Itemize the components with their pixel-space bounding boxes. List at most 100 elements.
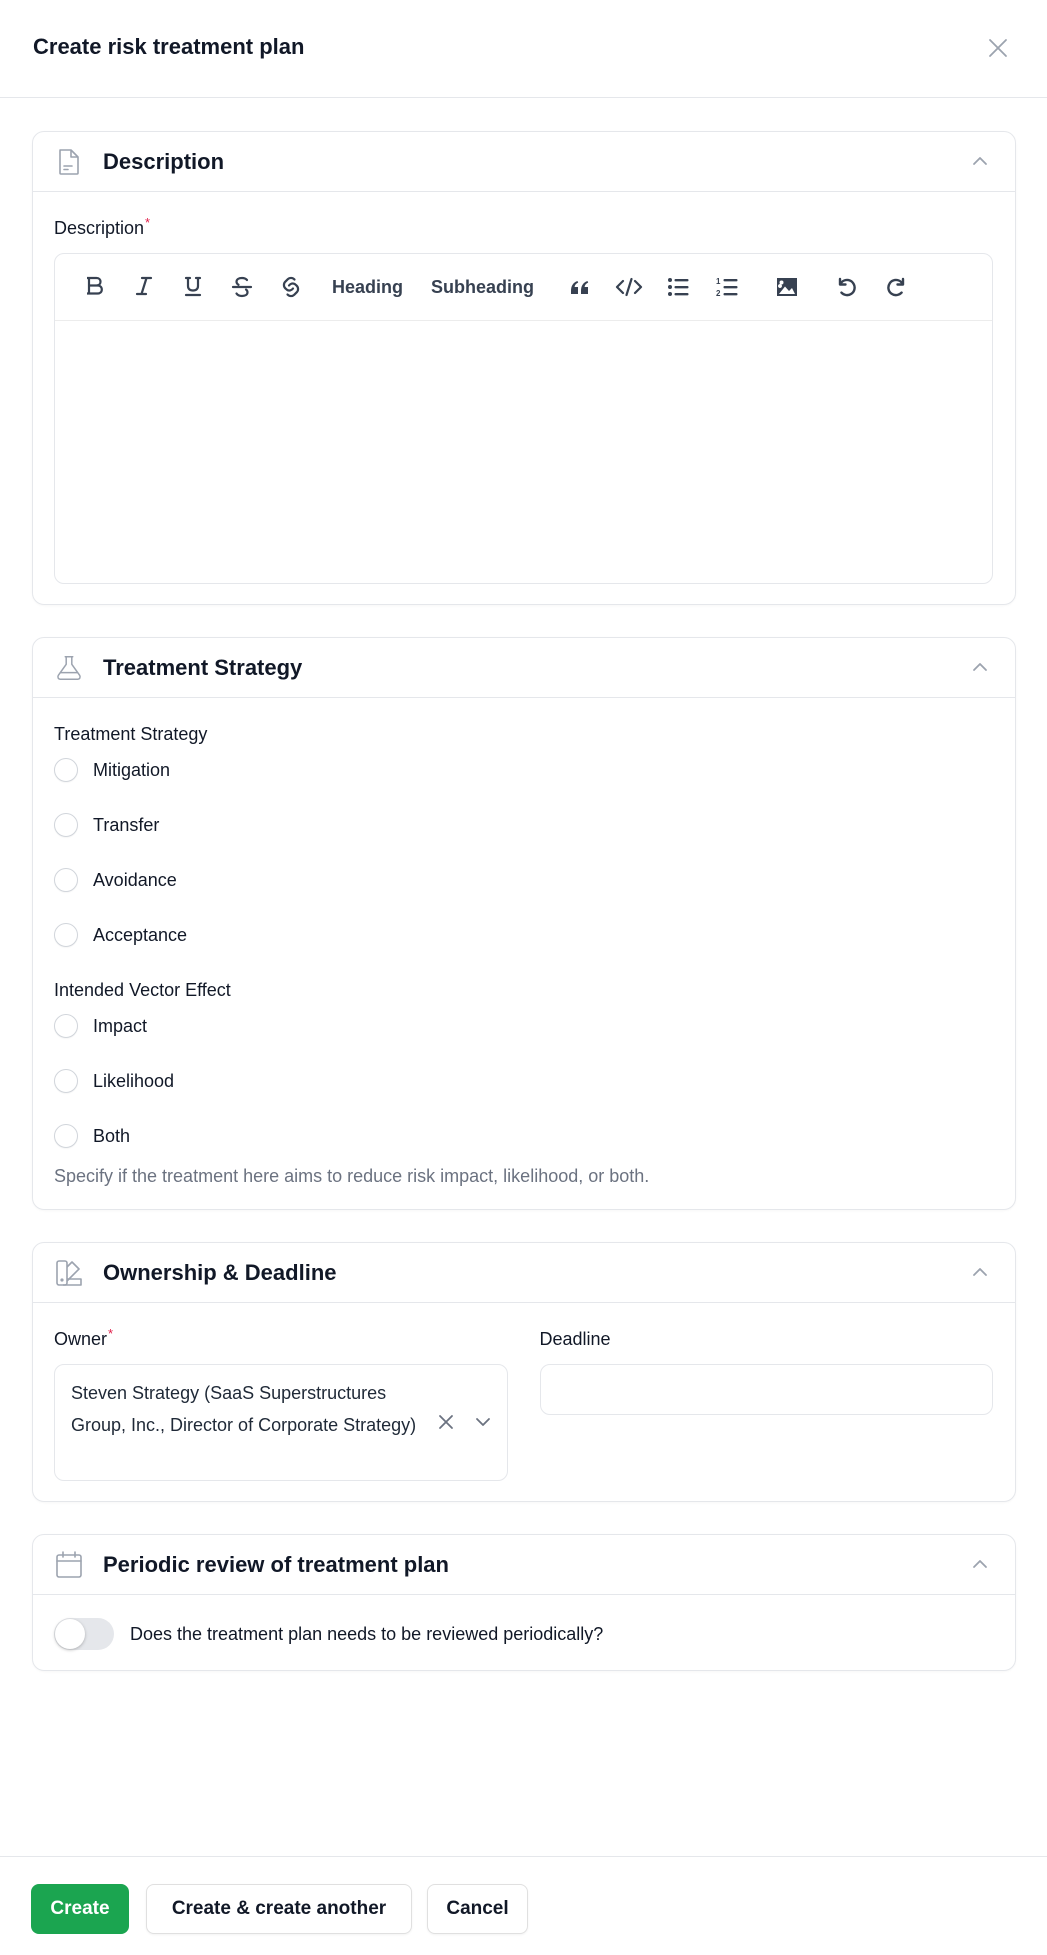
heading-button[interactable]: Heading: [332, 271, 403, 303]
bullet-list-icon: [668, 278, 689, 296]
radio-option-avoidance[interactable]: Avoidance: [54, 867, 993, 893]
required-mark: *: [145, 215, 151, 230]
treatment-strategy-section-header[interactable]: Treatment Strategy: [33, 638, 1015, 698]
vector-effect-helper-text: Specify if the treatment here aims to re…: [54, 1166, 650, 1186]
rich-text-editor: Heading Subheading 12: [54, 253, 993, 584]
deadline-input[interactable]: [539, 1364, 993, 1415]
svg-text:1: 1: [716, 277, 721, 286]
underline-icon: [184, 276, 202, 297]
bold-button[interactable]: [79, 271, 111, 303]
radio-button[interactable]: [54, 1014, 78, 1038]
chevron-up-icon[interactable]: [971, 660, 989, 674]
periodic-review-section-header[interactable]: Periodic review of treatment plan: [33, 1535, 1015, 1595]
radio-label: Likelihood: [93, 1070, 175, 1091]
bullet-list-button[interactable]: [662, 271, 694, 303]
quote-icon: [571, 281, 589, 294]
owner-selected-value: Steven Strategy (SaaS Superstructures Gr…: [71, 1383, 417, 1435]
close-icon: [989, 39, 1007, 57]
underline-button[interactable]: [177, 271, 209, 303]
radio-option-acceptance[interactable]: Acceptance: [54, 922, 993, 948]
modal-footer: Create Create & create another Cancel: [0, 1856, 1047, 1955]
radio-label: Avoidance: [93, 869, 177, 890]
clear-icon[interactable]: [437, 1413, 455, 1431]
undo-button[interactable]: [831, 271, 863, 303]
svg-text:2: 2: [716, 289, 721, 298]
owner-field: Owner* Steven Strategy (SaaS Superstruct…: [54, 1326, 508, 1481]
radio-option-likelihood[interactable]: Likelihood: [54, 1068, 993, 1094]
modal-content: Description Description* Heading Subhead…: [32, 131, 1016, 1703]
periodic-review-toggle-row: Does the treatment plan needs to be revi…: [54, 1618, 993, 1650]
radio-label: Impact: [93, 1015, 148, 1036]
treatment-strategy-radio-group: Mitigation Transfer Avoidance Acceptance: [54, 757, 993, 948]
radio-option-impact[interactable]: Impact: [54, 1013, 993, 1039]
ownership-deadline-section-header[interactable]: Ownership & Deadline: [33, 1243, 1015, 1303]
chevron-up-icon[interactable]: [971, 1557, 989, 1571]
description-section: Description Description* Heading Subhead…: [32, 131, 1016, 605]
treatment-strategy-label: Treatment Strategy: [54, 724, 208, 744]
editor-toolbar: Heading Subheading 12: [55, 254, 992, 321]
strikethrough-icon: [231, 276, 253, 298]
radio-label: Mitigation: [93, 759, 171, 780]
link-button[interactable]: [275, 271, 307, 303]
radio-label: Both: [93, 1125, 131, 1146]
radio-label: Transfer: [93, 814, 160, 835]
chevron-down-icon[interactable]: [475, 1415, 491, 1429]
radio-option-mitigation[interactable]: Mitigation: [54, 757, 993, 783]
description-section-header[interactable]: Description: [33, 132, 1015, 192]
section-title: Ownership & Deadline: [103, 1259, 337, 1285]
periodic-review-toggle-label: Does the treatment plan needs to be revi…: [130, 1623, 604, 1644]
radio-button[interactable]: [54, 868, 78, 892]
vector-effect-label: Intended Vector Effect: [54, 980, 231, 1000]
italic-icon: [135, 276, 153, 296]
chevron-up-icon[interactable]: [971, 1265, 989, 1279]
subheading-button[interactable]: Subheading: [431, 271, 534, 303]
link-icon: [282, 276, 300, 298]
deadline-label: Deadline: [539, 1329, 611, 1349]
redo-icon: [887, 277, 905, 297]
description-editor-area[interactable]: [55, 321, 992, 583]
code-icon: [615, 277, 643, 297]
chevron-up-icon[interactable]: [971, 154, 989, 168]
deadline-field: Deadline: [539, 1329, 993, 1481]
create-button[interactable]: Create: [31, 1884, 129, 1934]
cancel-button[interactable]: Cancel: [427, 1884, 528, 1934]
bold-icon: [87, 276, 103, 295]
radio-button[interactable]: [54, 1124, 78, 1148]
owner-label-text: Owner: [54, 1329, 108, 1349]
redo-button[interactable]: [880, 271, 912, 303]
close-button[interactable]: [986, 36, 1010, 60]
periodic-review-toggle[interactable]: [54, 1618, 114, 1650]
required-mark: *: [108, 1326, 114, 1341]
ordered-list-button[interactable]: 12: [711, 271, 743, 303]
undo-icon: [838, 277, 856, 297]
document-icon: [55, 148, 83, 176]
radio-button[interactable]: [54, 923, 78, 947]
flask-icon: [55, 654, 83, 682]
section-title: Treatment Strategy: [103, 654, 303, 680]
radio-button[interactable]: [54, 813, 78, 837]
calendar-icon: [55, 1550, 83, 1579]
toggle-knob: [55, 1619, 85, 1649]
modal-title: Create risk treatment plan: [33, 34, 305, 59]
code-button[interactable]: [613, 271, 645, 303]
swatch-icon: [55, 1259, 83, 1287]
owner-select[interactable]: Steven Strategy (SaaS Superstructures Gr…: [54, 1364, 508, 1481]
section-title: Periodic review of treatment plan: [103, 1551, 449, 1577]
radio-button[interactable]: [54, 1069, 78, 1093]
strikethrough-button[interactable]: [226, 271, 258, 303]
radio-option-both[interactable]: Both: [54, 1123, 993, 1149]
radio-button[interactable]: [54, 758, 78, 782]
vector-effect-radio-group: Impact Likelihood Both: [54, 1013, 993, 1149]
periodic-review-section: Periodic review of treatment plan Does t…: [32, 1534, 1016, 1671]
section-title: Description: [103, 148, 225, 174]
image-icon: [777, 278, 798, 296]
ownership-deadline-section: Ownership & Deadline Owner* Steven Strat…: [32, 1242, 1016, 1502]
image-button[interactable]: [771, 271, 803, 303]
radio-option-transfer[interactable]: Transfer: [54, 812, 993, 838]
create-and-create-another-button[interactable]: Create & create another: [146, 1884, 412, 1934]
owner-label: Owner*: [54, 1326, 508, 1350]
description-label-text: Description: [54, 218, 145, 238]
treatment-strategy-section: Treatment Strategy Treatment Strategy Mi…: [32, 637, 1016, 1210]
quote-button[interactable]: [564, 271, 596, 303]
italic-button[interactable]: [128, 271, 160, 303]
